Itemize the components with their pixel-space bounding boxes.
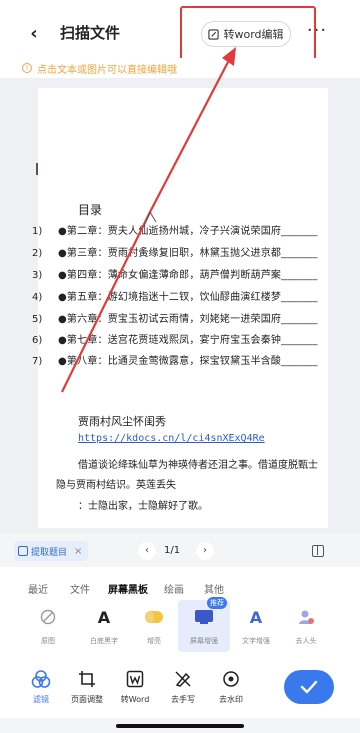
remove-watermark-icon bbox=[220, 668, 242, 690]
filter-screen-enhance[interactable]: 推荐 屏幕增强 bbox=[178, 597, 230, 652]
to-word-edit-button[interactable]: 转word编辑 bbox=[201, 21, 291, 47]
toc-row[interactable]: 6) ●第七章：送宫花贾琏戏熙凤，宴宁府宝玉会秦钟_______ bbox=[32, 331, 318, 346]
extract-label: 提取题目 bbox=[31, 547, 68, 558]
text-a-icon: A bbox=[97, 607, 111, 627]
toc-text: ●第六章：贾宝玉初试云雨情，刘姥姥一进荣国府_______ bbox=[58, 314, 318, 325]
text-enhance-icon: A bbox=[249, 607, 263, 627]
filter-label: 屏幕增强 bbox=[190, 637, 218, 645]
filter-tabs: 最近 文件 屏幕黑板 绘画 其他 bbox=[0, 573, 360, 597]
home-indicator[interactable] bbox=[116, 724, 244, 728]
tab-other[interactable]: 其他 bbox=[204, 581, 224, 596]
toc-number: 6) bbox=[32, 335, 43, 346]
tool-label: 转Word bbox=[120, 695, 150, 704]
toc-number: 4) bbox=[32, 292, 43, 303]
info-icon: ! bbox=[22, 63, 32, 73]
page-count: 1/1 bbox=[164, 545, 181, 556]
back-button[interactable]: ‹ bbox=[24, 24, 44, 44]
page-nav-row: 提取题目 × ‹ 1/1 › bbox=[0, 533, 360, 567]
compare-view-icon[interactable] bbox=[312, 545, 324, 557]
tool-label: 去水印 bbox=[219, 695, 243, 704]
filter-label: 原图 bbox=[41, 637, 55, 645]
tool-label: 页面调整 bbox=[71, 695, 103, 704]
article-title[interactable]: 贾雨村风尘怀闺秀 bbox=[78, 413, 166, 429]
hint-bar: ! 点击文本或图片可以直接编辑哦 bbox=[0, 58, 360, 78]
tab-recent[interactable]: 最近 bbox=[28, 581, 48, 596]
toc-row[interactable]: 5) ●第六章：贾宝玉初试云雨情，刘姥姥一进荣国府_______ bbox=[32, 310, 318, 325]
recommended-badge: 推荐 bbox=[207, 597, 227, 609]
previous-page-button[interactable]: ‹ bbox=[138, 542, 156, 560]
tab-file[interactable]: 文件 bbox=[70, 581, 90, 596]
toc-text: ●第七章：送宫花贾琏戏熙凤，宴宁府宝玉会秦钟_______ bbox=[58, 335, 318, 346]
crop-icon bbox=[76, 668, 98, 690]
remove-handwriting-icon bbox=[172, 668, 194, 690]
toc-number: 7) bbox=[32, 356, 43, 367]
filter-label: 去人头 bbox=[295, 637, 317, 645]
filter-label: 白底黑字 bbox=[90, 637, 118, 645]
article-line[interactable]: ：士隐出家，士隐解好了歌。 bbox=[78, 497, 208, 512]
bottom-toolbar: 滤镜 页面调整 转Word 去手写 去水印 bbox=[0, 662, 360, 718]
tool-to-word[interactable]: 转Word bbox=[110, 668, 160, 705]
to-word-label: 转word编辑 bbox=[223, 28, 284, 41]
article-line[interactable]: 隐与贾雨村结识。英莲丢失 bbox=[56, 476, 176, 491]
extract-icon bbox=[18, 546, 28, 556]
edit-icon bbox=[208, 28, 220, 40]
remove-person-icon bbox=[289, 604, 323, 630]
filter-icon bbox=[30, 668, 52, 690]
filter-panel: 最近 文件 屏幕黑板 绘画 其他 原图 A 白底黑字 增亮 推荐 屏幕增强 A … bbox=[0, 567, 360, 662]
hint-text: 点击文本或图片可以直接编辑哦 bbox=[37, 64, 177, 76]
more-options-button[interactable]: ··· bbox=[306, 22, 328, 44]
toc-row[interactable]: 1) ●第二章：贾夫人仙逝扬州城，冷子兴演说荣国府_______ bbox=[32, 222, 318, 237]
tool-filter[interactable]: 滤镜 bbox=[16, 668, 66, 705]
no-filter-icon bbox=[31, 604, 65, 630]
extract-questions-chip[interactable]: 提取题目 × bbox=[14, 541, 88, 561]
toc-number: 1) bbox=[32, 226, 43, 237]
close-icon[interactable]: × bbox=[74, 546, 82, 557]
filter-label: 文字增强 bbox=[242, 637, 270, 645]
page-title: 扫描文件 bbox=[60, 24, 121, 42]
toc-text: ●第八章：比通灵金莺微露意，探宝钗黛玉半含酸_______ bbox=[58, 356, 318, 367]
tool-remove-handwriting[interactable]: 去手写 bbox=[158, 668, 208, 705]
text-cursor bbox=[36, 163, 38, 175]
toc-title[interactable]: 目录 bbox=[78, 201, 102, 218]
filter-white-bg-black-text[interactable]: A 白底黑字 bbox=[80, 604, 128, 646]
toc-text: ●第四章：薄命女偏逢薄命郎，葫芦僧判断葫芦案_______ bbox=[58, 270, 318, 281]
toc-row[interactable]: 7) ●第八章：比通灵金莺微露意，探宝钗黛玉半含酸_______ bbox=[32, 352, 318, 367]
brighten-icon bbox=[137, 604, 171, 630]
tool-label: 滤镜 bbox=[33, 695, 49, 704]
toc-number: 3) bbox=[32, 270, 43, 281]
tab-screen-blackboard[interactable]: 屏幕黑板 bbox=[108, 581, 148, 596]
filter-remove-person[interactable]: 去人头 bbox=[282, 604, 330, 646]
filter-original[interactable]: 原图 bbox=[24, 604, 72, 646]
tab-painting[interactable]: 绘画 bbox=[164, 581, 184, 596]
toc-text: ●第三章：贾雨村夤缘复旧职，林黛玉抛父进京都_______ bbox=[58, 248, 318, 259]
filter-brighten[interactable]: 增亮 bbox=[130, 604, 178, 646]
tool-page-adjust[interactable]: 页面调整 bbox=[62, 668, 112, 705]
toc-text: ●第二章：贾夫人仙逝扬州城，冷子兴演说荣国府_______ bbox=[58, 226, 318, 237]
word-icon bbox=[124, 668, 146, 690]
filter-text-enhance[interactable]: A 文字增强 bbox=[232, 604, 280, 646]
toc-row[interactable]: 3) ●第四章：薄命女偏逢薄命郎，葫芦僧判断葫芦案_______ bbox=[32, 266, 318, 281]
toc-number: 5) bbox=[32, 314, 43, 325]
toc-number: 2) bbox=[32, 248, 43, 259]
checkmark-icon bbox=[300, 680, 318, 694]
article-line[interactable]: 借道谈论绛珠仙草为神瑛侍者还泪之事。借道度脱甄士 bbox=[78, 456, 318, 471]
article-link[interactable]: https://kdocs.cn/l/ci4snXExQ4Re bbox=[78, 433, 265, 444]
header: ‹ 扫描文件 转word编辑 ··· bbox=[0, 0, 360, 58]
toc-text: ●第五章：游幻境指迷十二钗，饮仙醪曲演红楼梦_______ bbox=[58, 292, 318, 303]
toc-row[interactable]: 2) ●第三章：贾雨村夤缘复旧职，林黛玉抛父进京都_______ bbox=[32, 244, 318, 259]
toc-row[interactable]: 4) ●第五章：游幻境指迷十二钗，饮仙醪曲演红楼梦_______ bbox=[32, 288, 318, 303]
confirm-button[interactable] bbox=[284, 670, 334, 704]
tool-remove-watermark[interactable]: 去水印 bbox=[206, 668, 256, 705]
filter-label: 增亮 bbox=[147, 637, 161, 645]
next-page-button[interactable]: › bbox=[196, 542, 214, 560]
tool-label: 去手写 bbox=[171, 695, 195, 704]
